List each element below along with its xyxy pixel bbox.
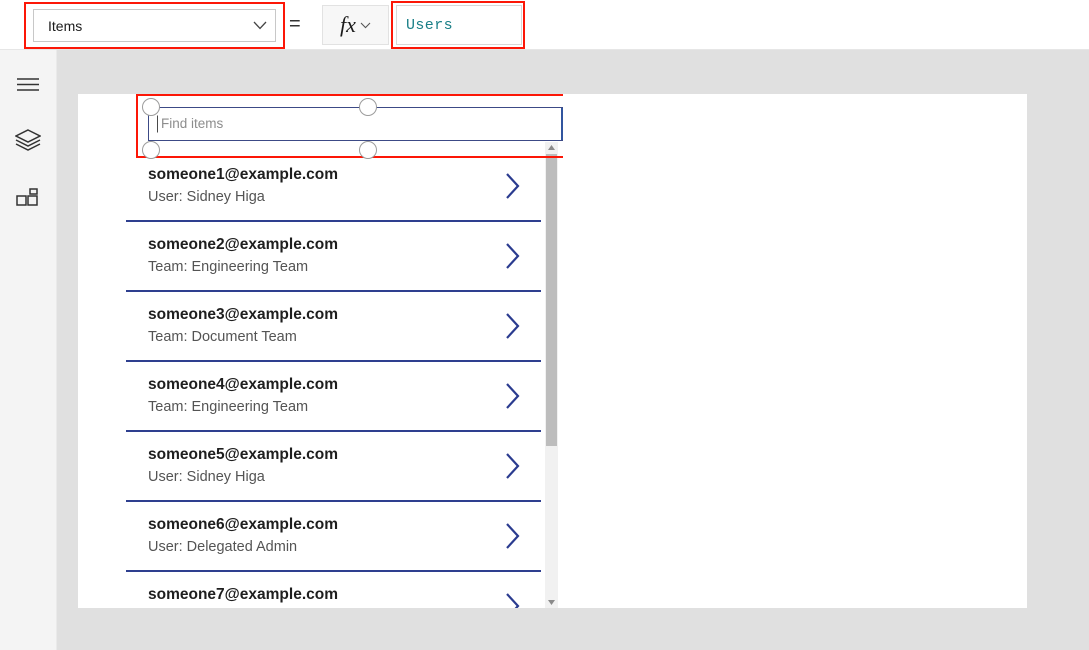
resize-handle-top-center[interactable] bbox=[359, 98, 377, 116]
formula-input-value: Users bbox=[406, 16, 454, 34]
search-input[interactable]: Find items bbox=[149, 115, 561, 133]
list-item-title: someone3@example.com bbox=[148, 306, 338, 323]
list-item[interactable]: someone1@example.com User: Sidney Higa bbox=[126, 152, 541, 222]
fx-icon: fx bbox=[340, 12, 356, 37]
list-item[interactable]: someone4@example.com Team: Engineering T… bbox=[126, 362, 541, 432]
chevron-right-icon[interactable] bbox=[485, 312, 541, 340]
list-item[interactable]: someone6@example.com User: Delegated Adm… bbox=[126, 502, 541, 572]
list-item-subtitle: Team: Engineering Team bbox=[148, 259, 309, 275]
list-item-subtitle: User: Delegated Admin bbox=[148, 539, 298, 555]
list-item[interactable]: someone2@example.com Team: Engineering T… bbox=[126, 222, 541, 292]
combobox-toggle-button[interactable] bbox=[561, 108, 563, 140]
grid-components-icon bbox=[16, 187, 40, 217]
list-item-text: someone3@example.com Team: Document Team bbox=[126, 304, 485, 348]
sidebar-item-tree-view[interactable] bbox=[0, 120, 56, 164]
sidebar-item-insert[interactable] bbox=[0, 180, 56, 224]
list-item-title: someone5@example.com bbox=[148, 446, 338, 463]
list-item-title: someone1@example.com bbox=[148, 166, 338, 183]
chevron-right-icon[interactable] bbox=[485, 452, 541, 480]
scrollbar-thumb[interactable] bbox=[546, 154, 557, 446]
list-item-text: someone2@example.com Team: Engineering T… bbox=[126, 234, 485, 278]
list-item-title: someone6@example.com bbox=[148, 516, 338, 533]
chevron-right-icon[interactable] bbox=[485, 242, 541, 270]
left-rail bbox=[0, 50, 57, 650]
list-item-subtitle: User: Robert Lvon bbox=[148, 607, 485, 608]
list-item[interactable]: someone7@example.com User: Robert Lvon bbox=[126, 572, 541, 608]
list-item[interactable]: someone5@example.com User: Sidney Higa bbox=[126, 432, 541, 502]
app-root: Items = fx Users Find items someone1@exa… bbox=[0, 0, 1089, 650]
scroll-up-arrow-icon[interactable] bbox=[545, 142, 558, 153]
list-item-title: someone2@example.com bbox=[148, 236, 338, 253]
gallery[interactable]: Find items someone1@example.com User: Si… bbox=[126, 94, 563, 608]
list-item-text: someone7@example.com User: Robert Lvon bbox=[126, 584, 485, 608]
chevron-right-icon[interactable] bbox=[485, 382, 541, 410]
gallery-scrollbar[interactable] bbox=[545, 142, 558, 608]
list-item-title: someone7@example.com bbox=[148, 586, 338, 603]
property-select-value: Items bbox=[48, 18, 83, 33]
chevron-down-icon bbox=[360, 22, 371, 29]
list-item-subtitle: Team: Document Team bbox=[148, 329, 297, 345]
resize-handle-bottom-center[interactable] bbox=[359, 141, 377, 159]
combobox-find-items[interactable]: Find items bbox=[148, 107, 563, 141]
chevron-down-icon bbox=[245, 21, 275, 30]
hamburger-menu-icon bbox=[16, 77, 40, 97]
formula-input[interactable]: Users bbox=[396, 5, 522, 45]
text-caret bbox=[157, 115, 158, 133]
gallery-list[interactable]: someone1@example.com User: Sidney Higa s… bbox=[126, 152, 541, 608]
list-item-subtitle: User: Sidney Higa bbox=[148, 469, 265, 485]
chevron-right-icon[interactable] bbox=[485, 172, 541, 200]
chevron-right-icon[interactable] bbox=[485, 522, 541, 550]
sidebar-item-menu[interactable] bbox=[0, 65, 56, 109]
formula-bar: Items = fx Users bbox=[0, 0, 1089, 50]
list-item[interactable]: someone3@example.com Team: Document Team bbox=[126, 292, 541, 362]
fx-button[interactable]: fx bbox=[322, 5, 389, 45]
resize-handle-bottom-left[interactable] bbox=[142, 141, 160, 159]
layers-icon bbox=[14, 128, 42, 156]
list-item-text: someone5@example.com User: Sidney Higa bbox=[126, 444, 485, 488]
list-item-text: someone6@example.com User: Delegated Adm… bbox=[126, 514, 485, 558]
equals-sign: = bbox=[289, 13, 301, 35]
list-item-subtitle: Team: Engineering Team bbox=[148, 399, 309, 415]
resize-handle-top-left[interactable] bbox=[142, 98, 160, 116]
workspace: Find items someone1@example.com User: Si… bbox=[57, 50, 1089, 650]
scroll-down-arrow-icon[interactable] bbox=[545, 597, 558, 608]
app-canvas[interactable]: Find items someone1@example.com User: Si… bbox=[78, 94, 1027, 608]
chevron-right-icon[interactable] bbox=[485, 592, 541, 608]
property-select[interactable]: Items bbox=[33, 9, 276, 42]
list-item-subtitle: User: Sidney Higa bbox=[148, 189, 265, 205]
list-item-title: someone4@example.com bbox=[148, 376, 338, 393]
list-item-text: someone4@example.com Team: Engineering T… bbox=[126, 374, 485, 418]
list-item-text: someone1@example.com User: Sidney Higa bbox=[126, 164, 485, 208]
search-input-placeholder: Find items bbox=[161, 116, 224, 132]
